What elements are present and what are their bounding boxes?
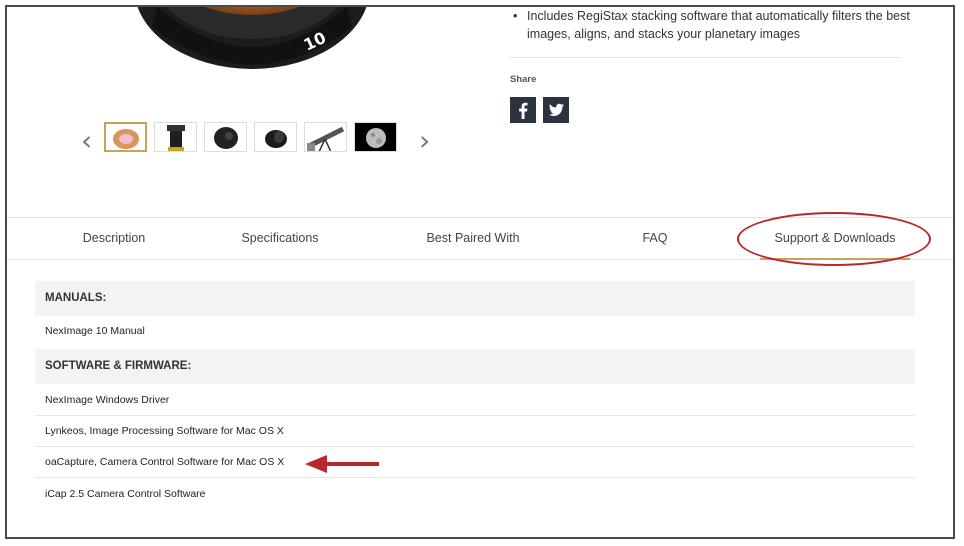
- download-link-oacapture[interactable]: oaCapture, Camera Control Software for M…: [35, 447, 915, 478]
- thumbnail-5[interactable]: [304, 122, 347, 152]
- share-label: Share: [510, 74, 537, 85]
- annotation-arrow-icon: [305, 455, 379, 473]
- screenshot-frame: 10 ‹ › • Includes RegiStax stacking soft…: [5, 5, 955, 539]
- manuals-header: MANUALS:: [35, 281, 915, 316]
- thumbnail-1[interactable]: [104, 122, 147, 152]
- tab-best-paired-with[interactable]: Best Paired With: [383, 218, 563, 259]
- tab-description[interactable]: Description: [24, 218, 204, 259]
- download-link-lynkeos[interactable]: Lynkeos, Image Processing Software for M…: [35, 416, 915, 447]
- tab-faq[interactable]: FAQ: [565, 218, 745, 259]
- product-tabs: Description Specifications Best Paired W…: [7, 217, 953, 260]
- twitter-share-button[interactable]: [543, 97, 569, 123]
- facebook-icon: [519, 102, 528, 119]
- thumbnail-2[interactable]: [154, 122, 197, 152]
- feature-bullet-text: Includes RegiStax stacking software that…: [527, 9, 910, 41]
- thumbnail-prev-button[interactable]: ‹: [81, 121, 92, 161]
- feature-bullet: • Includes RegiStax stacking software th…: [513, 7, 913, 43]
- thumbnail-next-button[interactable]: ›: [419, 121, 430, 161]
- software-firmware-header: SOFTWARE & FIRMWARE:: [35, 349, 915, 384]
- divider: [510, 57, 900, 58]
- download-link-windows-driver[interactable]: NexImage Windows Driver: [35, 385, 915, 416]
- thumbnail-3[interactable]: [204, 122, 247, 152]
- twitter-icon: [548, 103, 564, 116]
- thumbnail-strip: [104, 122, 397, 152]
- thumbnail-4[interactable]: [254, 122, 297, 152]
- product-image: 10: [137, 7, 367, 69]
- download-link-icap[interactable]: iCap 2.5 Camera Control Software: [35, 479, 915, 510]
- tab-support-downloads[interactable]: Support & Downloads: [745, 218, 925, 260]
- tab-specifications[interactable]: Specifications: [190, 218, 370, 259]
- download-link-neximage-10-manual[interactable]: NexImage 10 Manual: [35, 316, 915, 347]
- facebook-share-button[interactable]: [510, 97, 536, 123]
- thumbnail-6[interactable]: [354, 122, 397, 152]
- bullet-dot: •: [513, 9, 518, 23]
